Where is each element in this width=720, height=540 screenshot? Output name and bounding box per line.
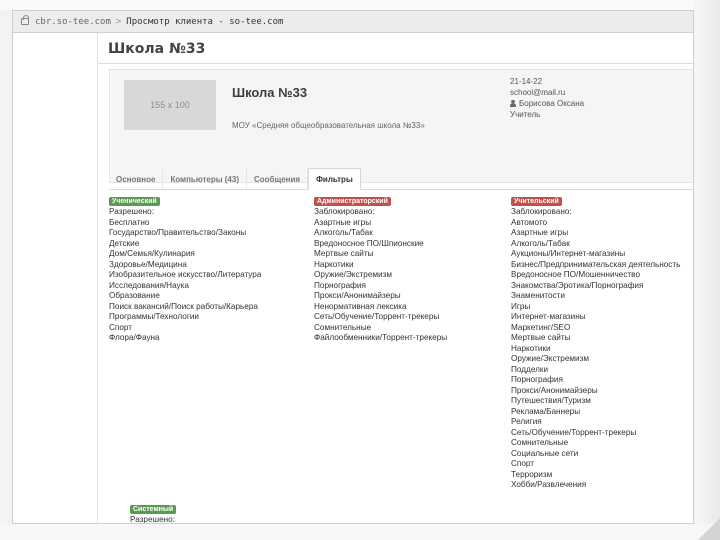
filter-item: Азартные игры [511, 228, 569, 237]
filter-item: Изобразительное искусство/Литература [109, 270, 262, 279]
filter-badge-admin: Администраторский [314, 197, 391, 206]
filter-item: Оружие/Экстремизм [314, 270, 392, 279]
filter-item: Спорт [109, 322, 133, 332]
filter-item: Файлообменники/Торрент-трекеры [314, 333, 448, 342]
person-icon [510, 100, 516, 107]
client-name: Школа №33 [232, 85, 308, 100]
filter-item: Терроризм [511, 469, 553, 479]
filter-column-system: Системный Разрешено:Бесплатно [130, 504, 177, 524]
filter-column-teacher: Учительский Заблокировано: Автомото Азартн… [511, 196, 680, 491]
filter-item: Игры [511, 301, 531, 311]
contact-email[interactable]: school@mail.ru [510, 87, 584, 98]
tab-messages[interactable]: Сообщения [247, 168, 309, 190]
filter-item: Наркотики [314, 259, 354, 269]
filter-item: Алкоголь/Табак [314, 228, 373, 237]
tab-bar: Основное Компьютеры (43) Сообщения Фильт… [109, 168, 693, 190]
filter-item: Прокси/Анонимайзеры [511, 385, 598, 395]
filter-item: Мертвые сайты [511, 333, 571, 342]
filter-item: Знаменитости [511, 291, 565, 300]
filter-item: Прокси/Анонимайзеры [314, 291, 401, 300]
filter-column-admin: Администраторский Заблокировано: Азартные… [314, 196, 447, 344]
filter-item: Социальные сети [511, 448, 579, 458]
filter-badge-teacher: Учительский [511, 197, 562, 206]
filter-item: Вредоносное ПО/Шпионские [314, 238, 424, 248]
filter-item: Автомото [511, 217, 548, 227]
filter-item: Сеть/Обучение/Торрент-трекеры [511, 427, 637, 437]
url-host: cbr.so-tee.com [35, 16, 111, 27]
filter-item: Сомнительные [314, 322, 372, 332]
url-separator: > [115, 16, 122, 27]
filter-item: Порнография [314, 280, 366, 290]
filter-item: Детские [109, 238, 140, 248]
filter-item: Хобби/Развлечения [511, 480, 587, 489]
filter-list-admin: Заблокировано: Азартные игры Алкоголь/Таба… [314, 207, 447, 344]
filter-item: Порнография [511, 375, 563, 384]
filter-item: Поиск вакансий/Поиск работы/Карьера [109, 301, 258, 311]
filter-item: Разрешено: [130, 515, 175, 524]
page-curl-corner [698, 518, 720, 540]
filter-item: Аукционы/Интернет-магазины [511, 249, 626, 258]
filter-item: Дом/Семья/Кулинария [109, 249, 195, 258]
filter-item: Исследования/Наука [109, 280, 189, 290]
url-page-title: Просмотр клиента - so-tee.com [126, 16, 284, 27]
frame-top-edge [0, 0, 720, 10]
contact-role: Учитель [510, 110, 541, 119]
tab-main[interactable]: Основное [109, 168, 164, 190]
filter-item: Бесплатно [109, 217, 150, 227]
filter-item: Бизнес/Предпринимательская деятельность [511, 259, 681, 269]
contact-phone: 21-14-22 [510, 77, 543, 86]
filter-item: Здоровье/Медицина [109, 259, 187, 269]
filter-item: Спорт [511, 459, 535, 468]
title-divider [98, 63, 693, 64]
filter-item: Оружие/Экстремизм [511, 354, 589, 363]
filter-item: Знакомства/Эротика/Порнография [511, 280, 644, 290]
filter-item: Государство/Правительство/Законы [109, 228, 247, 237]
address-bar[interactable]: cbr.so-tee.com > Просмотр клиента - so-t… [13, 11, 693, 33]
tab-filters[interactable]: Фильтры [308, 168, 361, 190]
lock-icon [21, 15, 29, 25]
filter-column-student: Ученический Разрешено: Бесплатно Государст… [109, 196, 261, 344]
frame-right-shadow [694, 0, 720, 540]
browser-window: cbr.so-tee.com > Просмотр клиента - so-t… [12, 10, 694, 524]
filter-item: Реклама/Баннеры [511, 406, 581, 416]
filter-item: Маркетинг/SEO [511, 322, 571, 332]
filter-badge-system: Системный [130, 505, 177, 514]
filter-list-system: Разрешено:Бесплатно [130, 515, 176, 524]
filter-item: Ненормативная лексика [314, 301, 407, 311]
filter-item: Азартные игры [314, 217, 372, 227]
contact-block: 21-14-22 school@mail.ru Борисова Оксана … [510, 76, 584, 120]
filter-item: Образование [109, 291, 160, 300]
client-full-name: МОУ «Средняя общеобразовательная школа №… [232, 121, 425, 130]
filter-item: Заблокировано: [511, 207, 572, 216]
frame-bottom-edge [0, 524, 720, 540]
client-card: 155 x 100 Школа №33 МОУ «Средняя общеобр… [109, 69, 693, 183]
filter-item: Путешествия/Туризм [511, 396, 591, 405]
filter-list-student: Разрешено: Бесплатно Государство/Правитель… [109, 207, 261, 344]
filter-item: Сеть/Обучение/Торрент-трекеры [314, 312, 440, 321]
filter-item: Подделки [511, 364, 549, 374]
filter-item: Наркотики [511, 343, 551, 353]
filter-item: Мертвые сайты [314, 249, 374, 258]
filter-item: Интернет-магазины [511, 312, 586, 321]
contact-person: Борисова Оксана [519, 99, 585, 108]
page-title: Школа №33 [108, 41, 206, 57]
filter-item: Алкоголь/Табак [511, 238, 570, 248]
filter-item: Религия [511, 417, 542, 426]
filter-badge-student: Ученический [109, 197, 160, 206]
image-placeholder: 155 x 100 [124, 80, 216, 130]
filter-item: Программы/Технологии [109, 312, 199, 321]
filter-item: Разрешено: [109, 207, 154, 216]
tab-computers[interactable]: Компьютеры (43) [163, 168, 247, 190]
contact-person-row: Борисова Оксана [510, 98, 584, 109]
filter-item: Сомнительные [511, 438, 569, 447]
page-content: Школа №33 155 x 100 Школа №33 МОУ «Средн… [97, 33, 693, 524]
filter-item: Вредоносное ПО/Мошенничество [511, 270, 640, 279]
filter-item: Флора/Фауна [109, 333, 160, 342]
filter-item: Заблокировано: [314, 207, 375, 216]
filter-list-teacher: Заблокировано: Автомото Азартные игры Алког… [511, 207, 680, 491]
